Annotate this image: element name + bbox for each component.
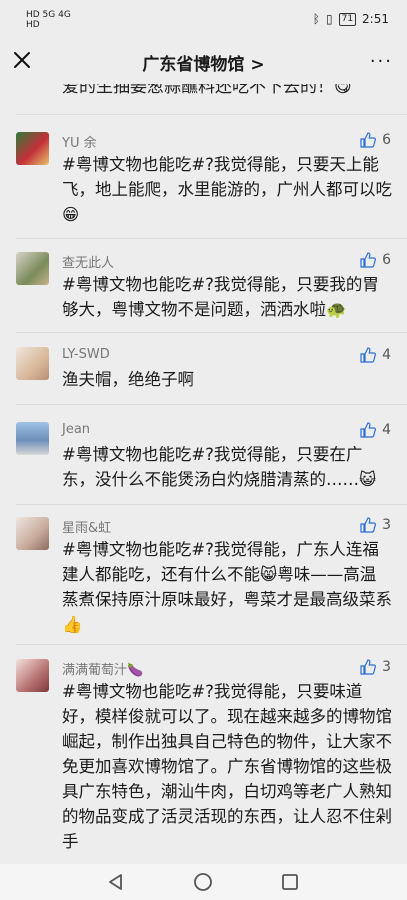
partial-comment-line: 爱的生抽姜葱蒜蘸料还吃不下去的！😋 [62,84,352,97]
page-title[interactable]: 广东省博物馆 > [0,50,407,75]
comment-text: #粤博文物也能吃#?我觉得能，只要我的胃够大，粤博文物不是问题，洒洒水啦🐢 [62,275,379,319]
vibrate-icon: ▯ [325,12,333,26]
avatar[interactable] [16,659,49,692]
system-nav-bar [0,864,407,900]
divider [16,238,407,239]
signal-line-2: HD [26,20,40,30]
commenter-name[interactable]: LY-SWD [62,347,110,362]
commenter-name[interactable]: 查无此人 [62,252,114,271]
divider [16,332,407,333]
thumbs-up-icon [360,659,377,675]
divider [16,404,407,405]
thumbs-up-icon [360,422,377,438]
thumbs-up-icon [360,132,377,148]
partial-comment-text: 爱的生抽姜葱蒜蘸料还吃不下去的！😋 [62,84,382,102]
battery-indicator: 71 [338,12,357,26]
commenter-name[interactable]: YU 余 [62,132,97,151]
thumbs-up-icon [360,347,377,363]
thumbs-up-icon [360,517,377,533]
like-count: 6 [382,132,391,148]
avatar[interactable] [16,252,49,285]
comment-list: 爱的生抽姜葱蒜蘸料还吃不下去的！😋 YU 余 6 #粤博文物也能吃#?我觉得能，… [0,84,407,864]
more-options-button[interactable]: ··· [370,53,393,71]
avatar[interactable] [16,422,49,455]
like-button[interactable]: 6 [360,252,391,268]
signal-line-1: HD 5G 4G [26,10,71,20]
commenter-name[interactable]: Jean [62,422,90,437]
commenter-name[interactable]: 满满葡萄汁🍆 [62,659,143,678]
like-count: 3 [382,517,391,533]
recents-icon[interactable] [280,872,300,892]
divider [16,644,407,645]
like-count: 6 [382,252,391,268]
avatar[interactable] [16,347,49,380]
like-count: 3 [382,659,391,675]
divider [16,114,407,115]
like-button[interactable]: 3 [360,659,391,675]
bluetooth-icon: ᛒ [312,12,320,26]
like-button[interactable]: 3 [360,517,391,533]
like-count: 4 [382,422,391,438]
avatar[interactable] [16,132,49,165]
like-button[interactable]: 4 [360,347,391,363]
status-bar: HD 5G 4G HD ᛒ ▯ 71 2:51 [0,0,407,40]
commenter-name[interactable]: 星雨&虹 [62,517,111,536]
back-icon[interactable] [106,872,126,892]
comment-text: #粤博文物也能吃#?我觉得能，只要味道好，模样俊就可以了。现在越来越多的博物馆崛… [62,682,392,851]
comment-text: #粤博文物也能吃#?我觉得能，只要天上能飞，地上能爬，水里能游的，广州人都可以吃… [62,155,392,224]
comment-text: #粤博文物也能吃#?我觉得能，广东人连福建人都能吃，还有什么不能😸粤味——高温蒸… [62,540,392,634]
like-count: 4 [382,347,391,363]
comment-text: 渔夫帽，绝绝子啊 [62,370,194,389]
home-icon[interactable] [193,872,213,892]
comment-text: #粤博文物也能吃#?我觉得能，只要在广东，没什么不能煲汤白灼烧腊清蒸的……😺 [62,445,377,489]
status-right: ᛒ ▯ 71 2:51 [313,12,389,26]
clock: 2:51 [362,12,389,26]
divider [16,504,407,505]
avatar[interactable] [16,517,49,550]
signal-indicators: HD 5G 4G HD [26,10,71,30]
like-button[interactable]: 4 [360,422,391,438]
thumbs-up-icon [360,252,377,268]
like-button[interactable]: 6 [360,132,391,148]
nav-bar: 广东省博物馆 > ··· [0,40,407,84]
